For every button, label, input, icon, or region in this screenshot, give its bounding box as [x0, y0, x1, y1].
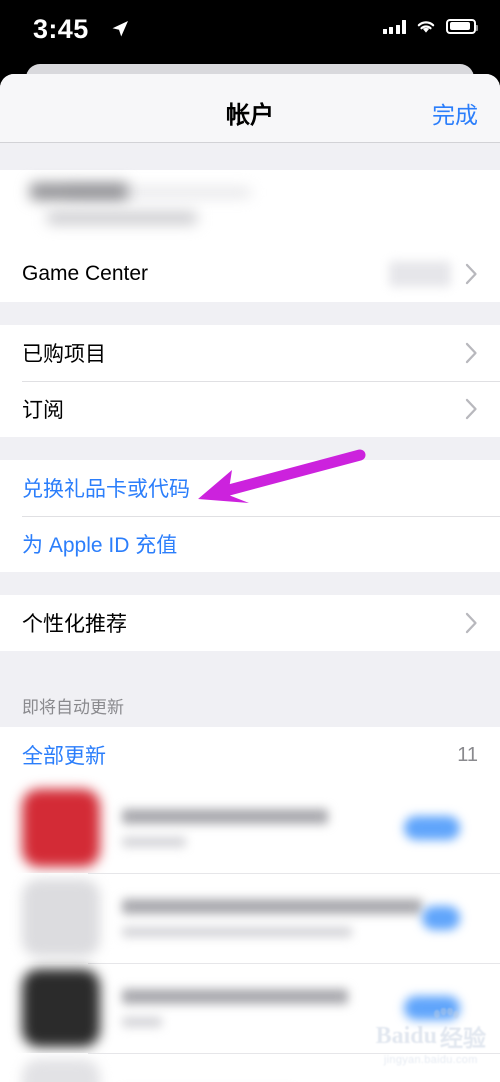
update-all-label: 全部更新 [22, 745, 106, 768]
updates-section-header: 即将自动更新 [0, 687, 500, 727]
app-icon [22, 1059, 100, 1082]
account-info-row[interactable] [0, 170, 500, 246]
app-name-redacted [122, 809, 328, 824]
account-modal-sheet: 帐户 完成 Game Center 已购项目 订阅 兑换礼品卡或代码 为 App… [0, 74, 500, 1082]
done-button[interactable]: 完成 [432, 96, 478, 130]
row-label: Game Center [22, 262, 149, 285]
row-redeem-gift-card[interactable]: 兑换礼品卡或代码 [0, 460, 500, 516]
update-count: 11 [457, 743, 478, 766]
app-subtitle-redacted [122, 1017, 162, 1027]
location-arrow-icon [112, 21, 128, 37]
update-button-redacted[interactable] [404, 996, 460, 1020]
chevron-right-icon [465, 263, 477, 285]
section-gap [0, 651, 500, 687]
row-game-center[interactable]: Game Center [0, 246, 500, 302]
app-meta [122, 989, 404, 1027]
app-update-row[interactable] [0, 783, 500, 873]
row-purchased[interactable]: 已购项目 [0, 325, 500, 381]
chevron-right-icon [465, 342, 477, 364]
app-subtitle-redacted [122, 837, 186, 847]
row-add-funds[interactable]: 为 Apple ID 充值 [0, 516, 500, 572]
purchases-section: 已购项目 订阅 [0, 325, 500, 437]
row-label: 已购项目 [22, 343, 106, 366]
battery-icon [446, 18, 478, 34]
app-meta [122, 809, 404, 847]
row-update-all[interactable]: 全部更新 11 [0, 727, 500, 783]
section-gap [0, 302, 500, 325]
row-label: 订阅 [22, 399, 64, 422]
status-bar-time: 3:45 [33, 14, 89, 44]
page-title: 帐户 [226, 102, 274, 129]
navigation-bar: 帐户 完成 [0, 74, 500, 143]
section-gap [0, 572, 500, 595]
row-label: 个性化推荐 [22, 613, 127, 636]
account-section: Game Center [0, 170, 500, 302]
redeem-section: 兑换礼品卡或代码 为 Apple ID 充值 [0, 460, 500, 572]
status-bar: 3:45 [0, 0, 500, 64]
game-center-value-redacted [389, 261, 451, 287]
settings-list: Game Center 已购项目 订阅 兑换礼品卡或代码 为 Apple ID … [0, 143, 500, 1082]
personalization-section: 个性化推荐 [0, 595, 500, 651]
row-subscriptions[interactable]: 订阅 [0, 381, 500, 437]
row-label: 为 Apple ID 充值 [22, 534, 178, 557]
update-button-redacted[interactable] [422, 906, 460, 930]
app-update-row[interactable] [0, 1053, 500, 1082]
app-meta [122, 899, 422, 937]
status-bar-indicators [382, 18, 478, 34]
app-name-redacted [122, 899, 422, 914]
update-button-redacted[interactable] [404, 816, 460, 840]
account-email-redacted [47, 212, 197, 224]
wifi-icon [417, 21, 435, 33]
app-subtitle-redacted [122, 927, 352, 937]
app-icon [22, 789, 100, 867]
chevron-right-icon [465, 398, 477, 420]
account-name-redacted [30, 183, 128, 200]
updates-section: 全部更新 11 [0, 727, 500, 1082]
section-gap [0, 143, 500, 170]
app-icon [22, 879, 100, 957]
row-label: 兑换礼品卡或代码 [22, 478, 190, 501]
app-update-row[interactable] [0, 873, 500, 963]
app-icon [22, 969, 100, 1047]
app-update-row[interactable] [0, 963, 500, 1053]
section-gap [0, 437, 500, 460]
app-name-redacted [122, 989, 348, 1004]
cellular-signal-icon [382, 19, 406, 34]
chevron-right-icon [465, 612, 477, 634]
row-personalized-recommendations[interactable]: 个性化推荐 [0, 595, 500, 651]
